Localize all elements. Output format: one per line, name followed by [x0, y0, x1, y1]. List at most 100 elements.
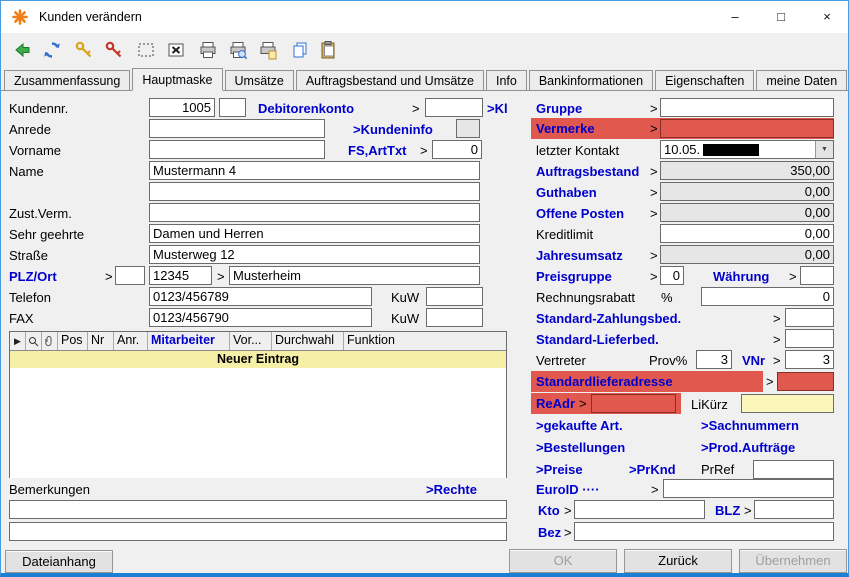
- std-lieferbed-arrow[interactable]: >: [773, 332, 781, 347]
- guthaben-link[interactable]: Guthaben: [536, 185, 597, 200]
- prref-field[interactable]: [753, 460, 834, 479]
- std-lieferbed-link[interactable]: Standard-Lieferbed.: [536, 332, 659, 347]
- tab-info[interactable]: Info: [486, 70, 527, 91]
- paste-button[interactable]: [315, 37, 341, 63]
- vnr-arrow[interactable]: >: [773, 353, 781, 368]
- key-red-button[interactable]: [101, 37, 127, 63]
- jahresumsatz-arrow[interactable]: >: [650, 248, 658, 263]
- sachnummern-link[interactable]: >Sachnummern: [701, 418, 799, 433]
- bez-field[interactable]: [574, 522, 834, 541]
- vorname-field[interactable]: [149, 140, 325, 159]
- gruppe-field[interactable]: [660, 98, 834, 117]
- std-lieferbed-field[interactable]: [785, 329, 834, 348]
- auftragsbestand-link[interactable]: Auftragsbestand: [536, 164, 639, 179]
- anrede-field[interactable]: [149, 119, 325, 138]
- gekaufte-art-link[interactable]: >gekaufte Art.: [536, 418, 623, 433]
- row-selector-header[interactable]: ▶: [10, 332, 26, 350]
- plz-prefix-field[interactable]: [115, 266, 145, 285]
- kundeninfo-link[interactable]: >Kundeninfo: [353, 122, 433, 137]
- jahresumsatz-field[interactable]: [660, 245, 834, 264]
- fsarttxt-link[interactable]: FS,ArtTxt: [348, 143, 407, 158]
- col-vorname[interactable]: Vor...: [230, 332, 272, 350]
- tab-umsaetze[interactable]: Umsätze: [225, 70, 294, 91]
- zustverm-field[interactable]: [149, 203, 480, 222]
- kreditlimit-field[interactable]: [660, 224, 834, 243]
- fax-kuw-field[interactable]: [426, 308, 483, 327]
- name2-field[interactable]: [149, 182, 480, 201]
- std-zahlungsbed-field[interactable]: [785, 308, 834, 327]
- auftragsbestand-field[interactable]: [660, 161, 834, 180]
- name-field[interactable]: [149, 161, 480, 180]
- ok-button[interactable]: OK: [509, 549, 617, 573]
- blz-field[interactable]: [754, 500, 834, 519]
- close-button[interactable]: ×: [804, 1, 849, 33]
- col-funktion[interactable]: Funktion: [344, 332, 506, 350]
- col-mitarbeiter[interactable]: Mitarbeiter: [148, 332, 230, 350]
- attachment-column-header[interactable]: [42, 332, 58, 350]
- auftragsbestand-arrow[interactable]: >: [650, 164, 658, 179]
- bez-link[interactable]: Bez: [538, 525, 561, 540]
- gruppe-arrow[interactable]: >: [650, 101, 658, 116]
- uebernehmen-button[interactable]: Übernehmen: [739, 549, 847, 573]
- offene-posten-field[interactable]: [660, 203, 834, 222]
- guthaben-arrow[interactable]: >: [650, 185, 658, 200]
- prod-auftraege-link[interactable]: >Prod.Aufträge: [701, 440, 795, 455]
- key-button[interactable]: [71, 37, 97, 63]
- zurueck-button[interactable]: Zurück: [624, 549, 732, 573]
- debitorenkonto-link[interactable]: Debitorenkonto: [258, 101, 354, 116]
- euroid-field[interactable]: [663, 479, 834, 498]
- fsarttxt-arrow[interactable]: >: [420, 143, 428, 158]
- bemerkungen-field-1[interactable]: [9, 500, 507, 519]
- waehrung-link[interactable]: Währung: [713, 269, 769, 284]
- ort-arrow[interactable]: >: [217, 269, 225, 284]
- bestellungen-link[interactable]: >Bestellungen: [536, 440, 625, 455]
- fax-field[interactable]: [149, 308, 372, 327]
- strasse-field[interactable]: [149, 245, 480, 264]
- kto-link[interactable]: Kto: [538, 503, 560, 518]
- dateianhang-button[interactable]: Dateianhang: [5, 550, 113, 573]
- kundennr-suffix-field[interactable]: [219, 98, 246, 117]
- ort-field[interactable]: [229, 266, 480, 285]
- jahresumsatz-link[interactable]: Jahresumsatz: [536, 248, 623, 263]
- copy-button[interactable]: [287, 37, 313, 63]
- sehr-geehrte-field[interactable]: [149, 224, 480, 243]
- delete-button[interactable]: [163, 37, 189, 63]
- debitorenkonto-arrow[interactable]: >: [412, 101, 420, 116]
- contacts-table-body[interactable]: [10, 368, 506, 478]
- offene-posten-arrow[interactable]: >: [650, 206, 658, 221]
- standardlieferadresse-link[interactable]: Standardlieferadresse: [536, 374, 673, 389]
- print-button[interactable]: [195, 37, 221, 63]
- readr-field[interactable]: [591, 394, 676, 413]
- plzort-link[interactable]: PLZ/Ort: [9, 269, 57, 284]
- vermerke-link[interactable]: Vermerke: [536, 121, 595, 136]
- gruppe-link[interactable]: Gruppe: [536, 101, 582, 116]
- back-button[interactable]: [9, 37, 35, 63]
- vermerke-field[interactable]: [660, 119, 834, 138]
- std-zahlungsbed-link[interactable]: Standard-Zahlungsbed.: [536, 311, 681, 326]
- blz-arrow[interactable]: >: [744, 503, 752, 518]
- col-durchwahl[interactable]: Durchwahl: [272, 332, 344, 350]
- tab-hauptmaske[interactable]: Hauptmaske: [132, 68, 222, 91]
- tab-bankinformationen[interactable]: Bankinformationen: [529, 70, 653, 91]
- print-page-button[interactable]: [255, 37, 281, 63]
- plzort-arrow[interactable]: >: [105, 269, 113, 284]
- col-nr[interactable]: Nr: [88, 332, 114, 350]
- preise-link[interactable]: >Preise: [536, 462, 583, 477]
- bez-arrow[interactable]: >: [564, 525, 572, 540]
- maximize-button[interactable]: □: [758, 1, 804, 33]
- vnr-link[interactable]: VNr: [742, 353, 765, 368]
- rechte-link[interactable]: >Rechte: [426, 482, 477, 497]
- standardlieferadresse-field[interactable]: [777, 372, 834, 391]
- vermerke-arrow[interactable]: >: [650, 121, 658, 136]
- euroid-link[interactable]: EuroID ····: [536, 482, 600, 497]
- letzter-kontakt-dropdown-button[interactable]: ▼: [815, 141, 833, 158]
- likuerz-field[interactable]: [741, 394, 834, 413]
- tab-eigenschaften[interactable]: Eigenschaften: [655, 70, 754, 91]
- new-entry-row[interactable]: Neuer Eintrag: [10, 351, 506, 368]
- guthaben-field[interactable]: [660, 182, 834, 201]
- kto-arrow[interactable]: >: [564, 503, 572, 518]
- col-anr[interactable]: Anr.: [114, 332, 148, 350]
- telefon-kuw-field[interactable]: [426, 287, 483, 306]
- print-preview-button[interactable]: [225, 37, 251, 63]
- minimize-button[interactable]: –: [712, 1, 758, 33]
